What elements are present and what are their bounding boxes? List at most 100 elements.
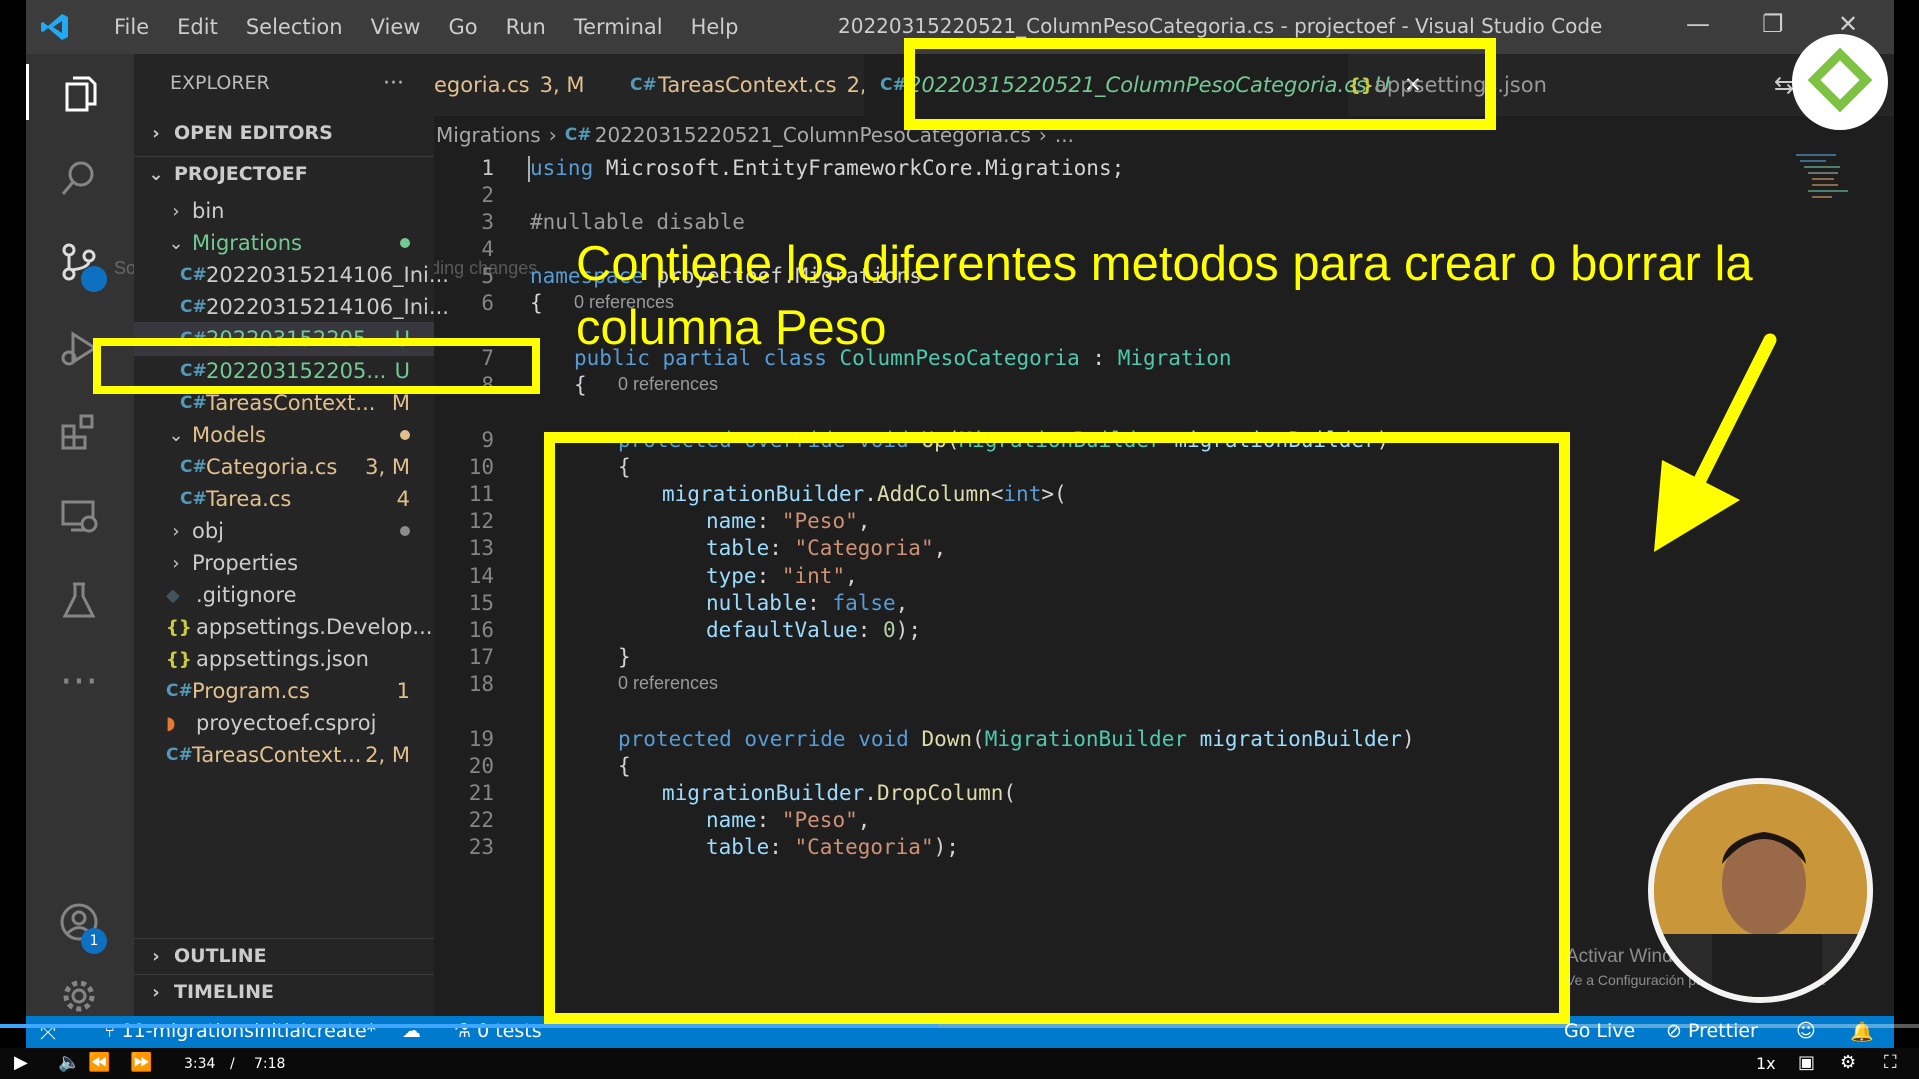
video-progress-fill <box>0 1024 938 1028</box>
fullscreen-icon[interactable]: ⛶ <box>1884 1052 1897 1073</box>
tree-item-program[interactable]: C# Program.cs 1 <box>134 674 434 708</box>
problem-count-badge: 3, M <box>365 455 410 479</box>
time-separator: / <box>230 1056 235 1072</box>
tree-item-gitignore[interactable]: ◆ .gitignore <box>134 578 434 612</box>
line-number: 5 <box>481 264 494 288</box>
minimap[interactable] <box>1796 152 1866 202</box>
minimize-icon[interactable]: — <box>1686 10 1710 38</box>
code-line-3: #nullable disable <box>530 210 745 234</box>
menu-go[interactable]: Go <box>434 15 491 39</box>
video-progress-track[interactable] <box>0 1024 1919 1028</box>
tree-item-migration-file[interactable]: C# 20220315214106_Ini... <box>134 258 449 292</box>
tree-item-csproj[interactable]: ◗ proyectoef.csproj <box>134 706 434 740</box>
namespace-text: Microsoft.EntityFrameworkCore.Migrations… <box>593 156 1125 180</box>
tree-item-label: .gitignore <box>196 583 297 607</box>
codelens-references[interactable]: 0 references <box>618 374 718 395</box>
testing-icon[interactable] <box>51 572 107 628</box>
search-icon[interactable] <box>51 150 107 206</box>
menu-selection[interactable]: Selection <box>232 15 357 39</box>
timeline-section[interactable]: › TIMELINE <box>134 974 434 1009</box>
fast-forward-icon[interactable]: ⏩ <box>130 1052 152 1073</box>
code-line-1: using Microsoft.EntityFrameworkCore.Migr… <box>530 156 1124 180</box>
tree-item-tarea[interactable]: C# Tarea.cs 4 <box>134 482 434 516</box>
video-settings-icon[interactable]: ⚙ <box>1840 1052 1856 1073</box>
tab-label: TareasContext.cs <box>658 73 837 97</box>
menu-edit[interactable]: Edit <box>163 15 232 39</box>
tree-item-appsettings-dev[interactable]: {} appsettings.Develop... <box>134 610 434 644</box>
menu-view[interactable]: View <box>357 15 435 39</box>
csharp-file-icon: C# <box>880 75 907 95</box>
duration: 7:18 <box>254 1056 286 1072</box>
code-line-6: { <box>530 291 543 315</box>
activity-bar: Source Control (Ctrl+Shift+G G) - 6 pend… <box>26 54 537 1016</box>
open-editors-section[interactable]: › OPEN EDITORS <box>134 116 434 150</box>
keyword: using <box>530 156 594 180</box>
chevron-right-icon: › <box>172 200 180 222</box>
status-dot-icon <box>400 238 410 248</box>
tree-item-properties[interactable]: › Properties <box>134 546 434 580</box>
csharp-file-icon: C# <box>180 489 207 509</box>
tree-item-label: appsettings.Develop... <box>196 615 433 639</box>
tree-item-appsettings[interactable]: {} appsettings.json <box>134 642 434 676</box>
line-number: 16 <box>468 618 494 642</box>
playback-speed[interactable]: 1x <box>1756 1054 1776 1073</box>
tree-item-label: Program.cs <box>192 679 310 703</box>
explorer-icon[interactable] <box>51 66 107 122</box>
tree-item-categoria[interactable]: C# Categoria.cs 3, M <box>134 450 434 484</box>
menu-run[interactable]: Run <box>492 15 560 39</box>
volume-icon[interactable]: 🔈 <box>58 1052 80 1073</box>
line-number: 14 <box>468 564 494 588</box>
timeline-label: TIMELINE <box>174 981 274 1003</box>
tab-categoria[interactable]: egoria.cs 3, M <box>434 54 594 116</box>
chevron-right-icon: › <box>172 552 180 574</box>
status-dot-icon <box>400 526 410 536</box>
csharp-file-icon: C# <box>180 393 207 413</box>
restore-icon[interactable]: ❐ <box>1762 10 1784 38</box>
current-time: 3:34 <box>184 1056 216 1072</box>
more-icon[interactable]: ··· <box>51 654 107 710</box>
csharp-file-icon: C# <box>166 745 193 765</box>
outline-section[interactable]: › OUTLINE <box>134 938 434 973</box>
line-number: 2 <box>481 183 494 207</box>
diamond-logo-icon <box>1807 47 1873 113</box>
active-indicator <box>26 64 29 120</box>
tree-item-label: Categoria.cs <box>206 455 338 479</box>
tree-item-migration-file[interactable]: C# 20220315214106_Ini... <box>134 290 449 324</box>
csharp-file-icon: C# <box>180 457 207 477</box>
tree-item-tareascontext[interactable]: C# TareasContext... 2, M <box>134 738 434 772</box>
vscode-logo-icon <box>41 14 68 40</box>
menu-help[interactable]: Help <box>677 15 753 39</box>
menu-terminal[interactable]: Terminal <box>560 15 677 39</box>
extensions-icon[interactable] <box>51 404 107 460</box>
csharp-file-icon: C# <box>180 265 207 285</box>
tree-item-label: bin <box>192 199 225 223</box>
settings-gear-icon[interactable] <box>51 968 107 1016</box>
play-icon[interactable]: ▶ <box>14 1052 28 1073</box>
chevron-down-icon: ⌄ <box>168 232 184 254</box>
window-title: 20220315220521_ColumnPesoCategoria.cs - … <box>838 14 1603 38</box>
breadcrumb-folder[interactable]: Migrations <box>436 123 541 147</box>
tree-item-models[interactable]: ⌄ Models <box>134 418 434 452</box>
tab-tareascontext[interactable]: C# TareasContext.cs 2, M <box>614 54 891 116</box>
line-number: 12 <box>468 509 494 533</box>
chevron-right-icon: › <box>548 123 557 147</box>
csharp-file-icon: C# <box>166 681 193 701</box>
tree-item-bin[interactable]: › bin <box>134 194 434 228</box>
line-number: 23 <box>468 835 494 859</box>
rewind-icon[interactable]: ⏪ <box>88 1052 110 1073</box>
project-section[interactable]: ⌄ PROJECTOEF <box>134 156 434 191</box>
line-number: 9 <box>481 428 494 452</box>
menu-file[interactable]: File <box>100 15 163 39</box>
line-number: 22 <box>468 808 494 832</box>
line-number: 3 <box>481 210 494 234</box>
line-number: 6 <box>481 291 494 315</box>
highlight-box-tab <box>904 38 1496 130</box>
highlight-box-code <box>544 432 1570 1024</box>
remote-explorer-icon[interactable] <box>51 488 107 544</box>
tree-item-migrations[interactable]: ⌄ Migrations <box>134 226 434 260</box>
tree-item-obj[interactable]: › obj <box>134 514 434 548</box>
explorer-more-icon[interactable]: ··· <box>383 71 404 96</box>
picture-in-picture-icon[interactable]: ▣ <box>1798 1052 1815 1073</box>
tree-item-label: appsettings.json <box>196 647 369 671</box>
explorer-sidebar: EXPLORER ··· › OPEN EDITORS ⌄ PROJECTOEF… <box>134 54 449 1016</box>
